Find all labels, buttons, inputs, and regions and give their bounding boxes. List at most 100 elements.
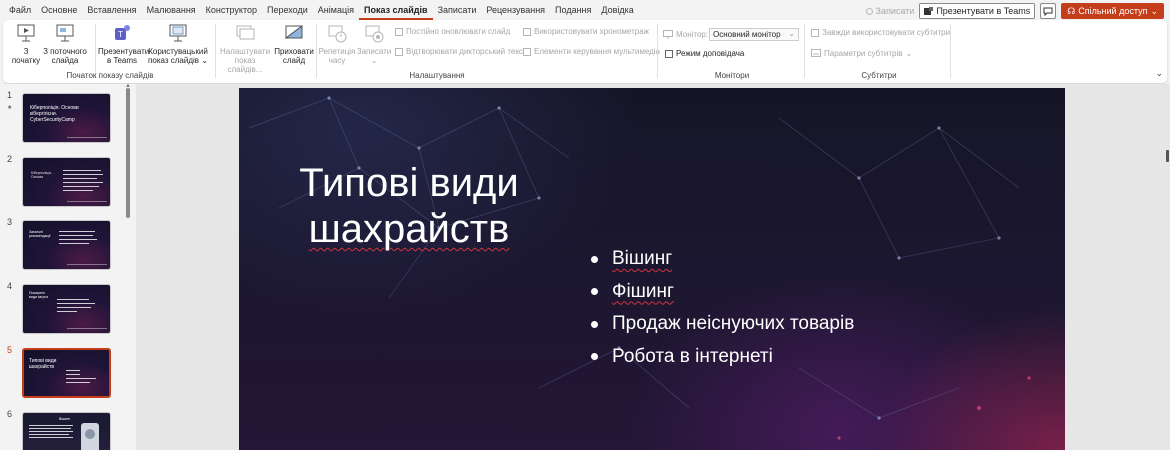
thumbnail-image-selected: Типові види шахрайств <box>22 348 111 398</box>
subtitle-settings-label: Параметри субтитрів <box>824 49 903 58</box>
from-current-slide-button[interactable]: З поточного слайда <box>41 23 89 65</box>
hide-slide-icon <box>284 25 303 39</box>
setup-group-label: Налаштування <box>409 71 465 80</box>
thumbnail-text-line <box>29 428 71 429</box>
thumbnail-slide-1[interactable]: 1 ★ Кіберполіція. Основи кібергігієни. C… <box>0 90 130 150</box>
rehearse-label-2: часу <box>328 56 346 65</box>
title-right-tools: Записати Презентувати в Teams ☊ Спільний… <box>865 3 1164 19</box>
monitor-label: Монітор: <box>676 30 709 39</box>
record-slideshow-icon <box>365 25 384 43</box>
bullet-item: Робота в інтернеті <box>589 341 854 374</box>
custom-show-label-1: Користувацький <box>148 47 208 56</box>
share-icon: ☊ <box>1067 5 1076 16</box>
from-beginning-button[interactable]: З початку <box>9 23 43 65</box>
present-teams-label-1: Презентувати <box>98 47 150 56</box>
thumbnail-text-line <box>29 437 73 438</box>
thumbnail-title: Кіберполіція. Основи <box>31 171 52 179</box>
thumbnail-text-line <box>63 186 99 187</box>
record-label-1: Записати <box>356 47 392 56</box>
thumbnail-slide-3[interactable]: 3 Загальні рекомендації <box>0 217 130 277</box>
subtitle-settings-button[interactable]: Параметри субтитрів ⌄ <box>811 49 912 58</box>
custom-slide-show-button[interactable]: Користувацький показ слайдів ⌄ <box>146 23 210 65</box>
tab-record[interactable]: Записати <box>433 3 482 20</box>
thumbnail-title: Загальні рекомендації <box>29 230 51 238</box>
present-in-teams-ribbon-button[interactable]: T Презентувати в Teams <box>98 23 150 65</box>
record-slideshow-button[interactable]: Записати ⌄ <box>355 23 393 65</box>
rehearse-timings-button[interactable]: Репетиція часу <box>317 23 357 65</box>
thumbnail-slide-5[interactable]: 5 Типові види шахрайств <box>0 345 130 405</box>
tab-draw[interactable]: Малювання <box>142 3 201 20</box>
present-in-teams-button[interactable]: Презентувати в Teams <box>919 3 1036 19</box>
bullet-item: Продаж неіснуючих товарів <box>589 308 854 341</box>
bullet-dot-icon <box>591 255 598 263</box>
always-update-checkbox[interactable]: Постійно оновлювати слайд <box>395 27 510 36</box>
collapse-ribbon-button[interactable]: ⌄ <box>1155 68 1163 79</box>
thumbnail-text-line <box>29 431 73 432</box>
slide-title[interactable]: Типові види шахрайств <box>289 160 529 252</box>
checkbox-icon <box>811 28 819 37</box>
slide-number: 3 <box>7 217 13 227</box>
thumbnail-image: Вішинг <box>22 412 111 450</box>
checkbox-icon <box>395 27 403 36</box>
thumbnail-text-line <box>59 231 95 232</box>
tab-animations[interactable]: Анімація <box>313 3 359 20</box>
group-separator <box>950 24 951 78</box>
chevron-down-icon: ⌄ <box>788 29 795 38</box>
hide-slide-button[interactable]: Приховати слайд <box>273 23 315 65</box>
always-subtitles-label: Завжди використовувати субтитри <box>822 28 951 37</box>
current-slide[interactable]: Типові види шахрайств Вішинг Фішинг Прод… <box>239 88 1065 450</box>
caller-avatar-icon <box>85 429 95 439</box>
thumbnail-slide-6[interactable]: 6 Вішинг <box>0 409 130 450</box>
tab-design[interactable]: Конструктор <box>201 3 262 20</box>
tab-insert[interactable]: Вставлення <box>82 3 141 20</box>
tab-transitions[interactable]: Переходи <box>262 3 313 20</box>
notes-pane-handle[interactable] <box>1166 150 1169 162</box>
tab-home[interactable]: Основне <box>36 3 82 20</box>
use-timings-checkbox[interactable]: Використовувати хронометраж <box>523 27 649 36</box>
comments-button[interactable] <box>1040 3 1057 19</box>
thumbnail-slide-2[interactable]: 2 Кіберполіція. Основи <box>0 154 130 214</box>
presenter-view-checkbox[interactable]: Режим доповідача <box>665 49 744 58</box>
tab-help[interactable]: Довідка <box>596 3 638 20</box>
slide-bullet-list[interactable]: Вішинг Фішинг Продаж неіснуючих товарів … <box>589 243 854 373</box>
thumbnail-text-line <box>66 378 96 379</box>
monitor-icon <box>663 30 673 39</box>
start-group-label: Початок показу слайдів <box>66 71 154 80</box>
share-button[interactable]: ☊ Спільний доступ ⌄ <box>1061 3 1164 19</box>
always-subtitles-checkbox[interactable]: Завжди використовувати субтитри <box>811 28 950 37</box>
tab-review[interactable]: Рецензування <box>481 3 550 20</box>
use-timings-label: Використовувати хронометраж <box>534 27 650 36</box>
monitors-group: Монітор: Основний монітор ⌄ Режим доповід… <box>659 20 805 83</box>
set-up-slide-show-button[interactable]: Налаштувати показ слайдів... <box>217 23 273 74</box>
teams-icon <box>924 6 934 15</box>
bullet-text: Вішинг <box>612 248 673 269</box>
thumbnail-text-line <box>63 174 103 175</box>
play-narration-label: Відтворювати дикторський текст <box>406 47 527 56</box>
play-narration-checkbox[interactable]: Відтворювати дикторський текст <box>395 47 527 56</box>
monitor-select[interactable]: Основний монітор ⌄ <box>709 28 799 41</box>
thumbnail-text-line <box>63 178 97 179</box>
tab-view[interactable]: Подання <box>550 3 596 20</box>
monitors-group-label: Монітори <box>714 71 750 80</box>
thumbnail-text-line <box>66 374 80 375</box>
slide-title-line-2: шахрайств <box>308 207 510 251</box>
tab-slide-show[interactable]: Показ слайдів <box>358 3 433 20</box>
thumbnail-text-line <box>57 299 89 300</box>
ribbon-tabs: Файл Основне Вставлення Малювання Констр… <box>4 3 639 20</box>
record-button[interactable]: Записати <box>865 6 914 16</box>
chevron-down-icon: ⌄ <box>201 56 208 65</box>
media-controls-checkbox[interactable]: Елементи керування мультимедіа <box>523 47 660 56</box>
thumbnail-slide-4[interactable]: 4 Поширені види загроз <box>0 281 130 341</box>
setup-show-icon <box>236 25 255 40</box>
thumbnail-footer <box>67 137 107 138</box>
thumbnail-footer <box>67 264 107 265</box>
play-from-current-icon <box>56 24 74 42</box>
tab-file[interactable]: Файл <box>4 3 36 20</box>
bullet-item: Фішинг <box>589 276 854 309</box>
thumbnail-text-line <box>66 370 80 371</box>
thumbnail-text-line <box>63 170 101 171</box>
checkbox-icon <box>395 47 403 56</box>
thumbnail-footer <box>67 328 107 329</box>
group-separator <box>215 24 216 78</box>
from-beginning-label-1: З <box>23 47 29 56</box>
